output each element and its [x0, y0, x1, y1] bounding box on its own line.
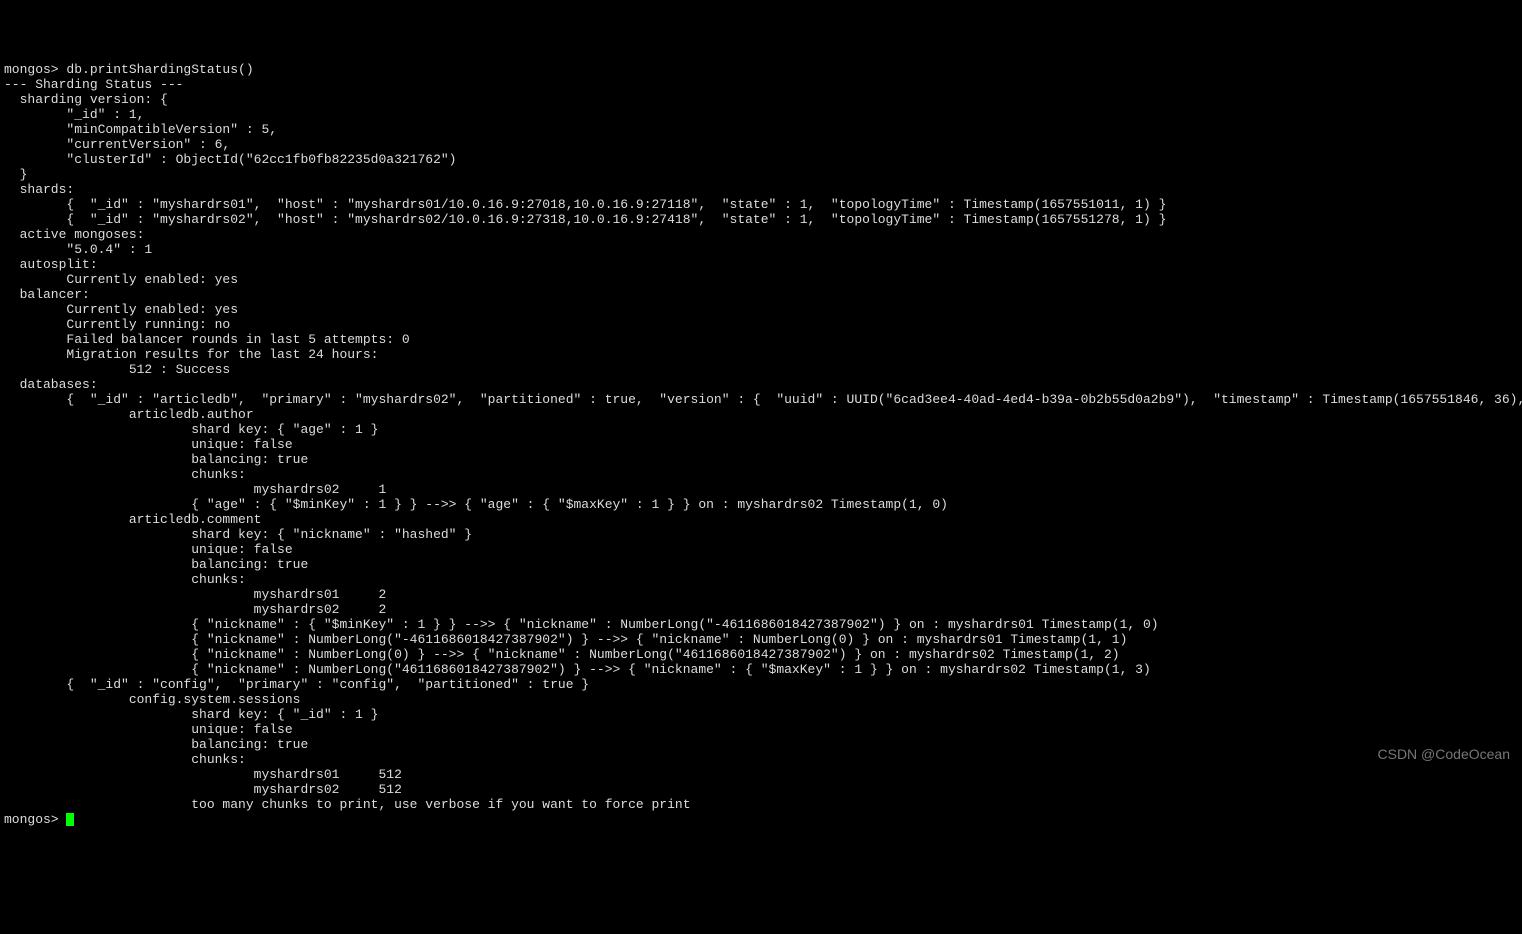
output-line: balancing: true [4, 737, 308, 752]
output-line: balancing: true [4, 557, 308, 572]
output-line: articledb.author [4, 407, 254, 422]
output-line: shard key: { "nickname" : "hashed" } [4, 527, 472, 542]
output-line: myshardrs02 1 [4, 482, 386, 497]
output-line: config.system.sessions [4, 692, 300, 707]
output-line: "clusterId" : ObjectId("62cc1fb0fb82235d… [4, 152, 456, 167]
output-line: { "nickname" : NumberLong("-461168601842… [4, 632, 1127, 647]
output-line: { "nickname" : { "$minKey" : 1 } } -->> … [4, 617, 1159, 632]
output-line: myshardrs01 2 [4, 587, 386, 602]
output-line: Failed balancer rounds in last 5 attempt… [4, 332, 410, 347]
output-line: { "age" : { "$minKey" : 1 } } -->> { "ag… [4, 497, 948, 512]
output-line: active mongoses: [4, 227, 144, 242]
output-line: "_id" : 1, [4, 107, 144, 122]
prompt-text: mongos> [4, 812, 66, 827]
output-line: unique: false [4, 437, 293, 452]
output-line: { "nickname" : NumberLong(0) } -->> { "n… [4, 647, 1120, 662]
output-line: "5.0.4" : 1 [4, 242, 152, 257]
output-line: "currentVersion" : 6, [4, 137, 230, 152]
output-line: { "_id" : "myshardrs01", "host" : "mysha… [4, 197, 1166, 212]
output-line: Migration results for the last 24 hours: [4, 347, 378, 362]
output-line: unique: false [4, 722, 293, 737]
output-line: chunks: [4, 752, 246, 767]
prompt-line[interactable]: mongos> [4, 812, 74, 827]
output-line: --- Sharding Status --- [4, 77, 191, 92]
output-line: "minCompatibleVersion" : 5, [4, 122, 277, 137]
output-line: shard key: { "age" : 1 } [4, 422, 378, 437]
output-line: myshardrs01 512 [4, 767, 402, 782]
output-line: { "_id" : "myshardrs02", "host" : "mysha… [4, 212, 1166, 227]
output-line: autosplit: [4, 257, 98, 272]
watermark: CSDN @CodeOcean [1378, 747, 1511, 762]
cursor-icon [66, 813, 74, 826]
output-line: balancing: true [4, 452, 308, 467]
output-line: articledb.comment [4, 512, 261, 527]
terminal-output: mongos> db.printShardingStatus() --- Sha… [4, 62, 1518, 827]
output-line: databases: [4, 377, 98, 392]
output-line: Currently enabled: yes [4, 272, 238, 287]
prompt-line[interactable]: mongos> db.printShardingStatus() [4, 62, 254, 77]
output-line: shards: [4, 182, 74, 197]
output-line: shard key: { "_id" : 1 } [4, 707, 378, 722]
output-line: { "nickname" : NumberLong("4611686018427… [4, 662, 1151, 677]
output-line: { "_id" : "config", "primary" : "config"… [4, 677, 589, 692]
output-line: myshardrs02 2 [4, 602, 386, 617]
output-line: sharding version: { [4, 92, 168, 107]
output-line: chunks: [4, 572, 246, 587]
output-line: { "_id" : "articledb", "primary" : "mysh… [4, 392, 1522, 407]
output-line: Currently running: no [4, 317, 230, 332]
output-line: unique: false [4, 542, 293, 557]
output-line: 512 : Success [4, 362, 230, 377]
output-line: myshardrs02 512 [4, 782, 402, 797]
output-line: Currently enabled: yes [4, 302, 238, 317]
output-line: too many chunks to print, use verbose if… [4, 797, 691, 812]
output-line: } [4, 167, 27, 182]
output-line: chunks: [4, 467, 246, 482]
output-line: balancer: [4, 287, 90, 302]
